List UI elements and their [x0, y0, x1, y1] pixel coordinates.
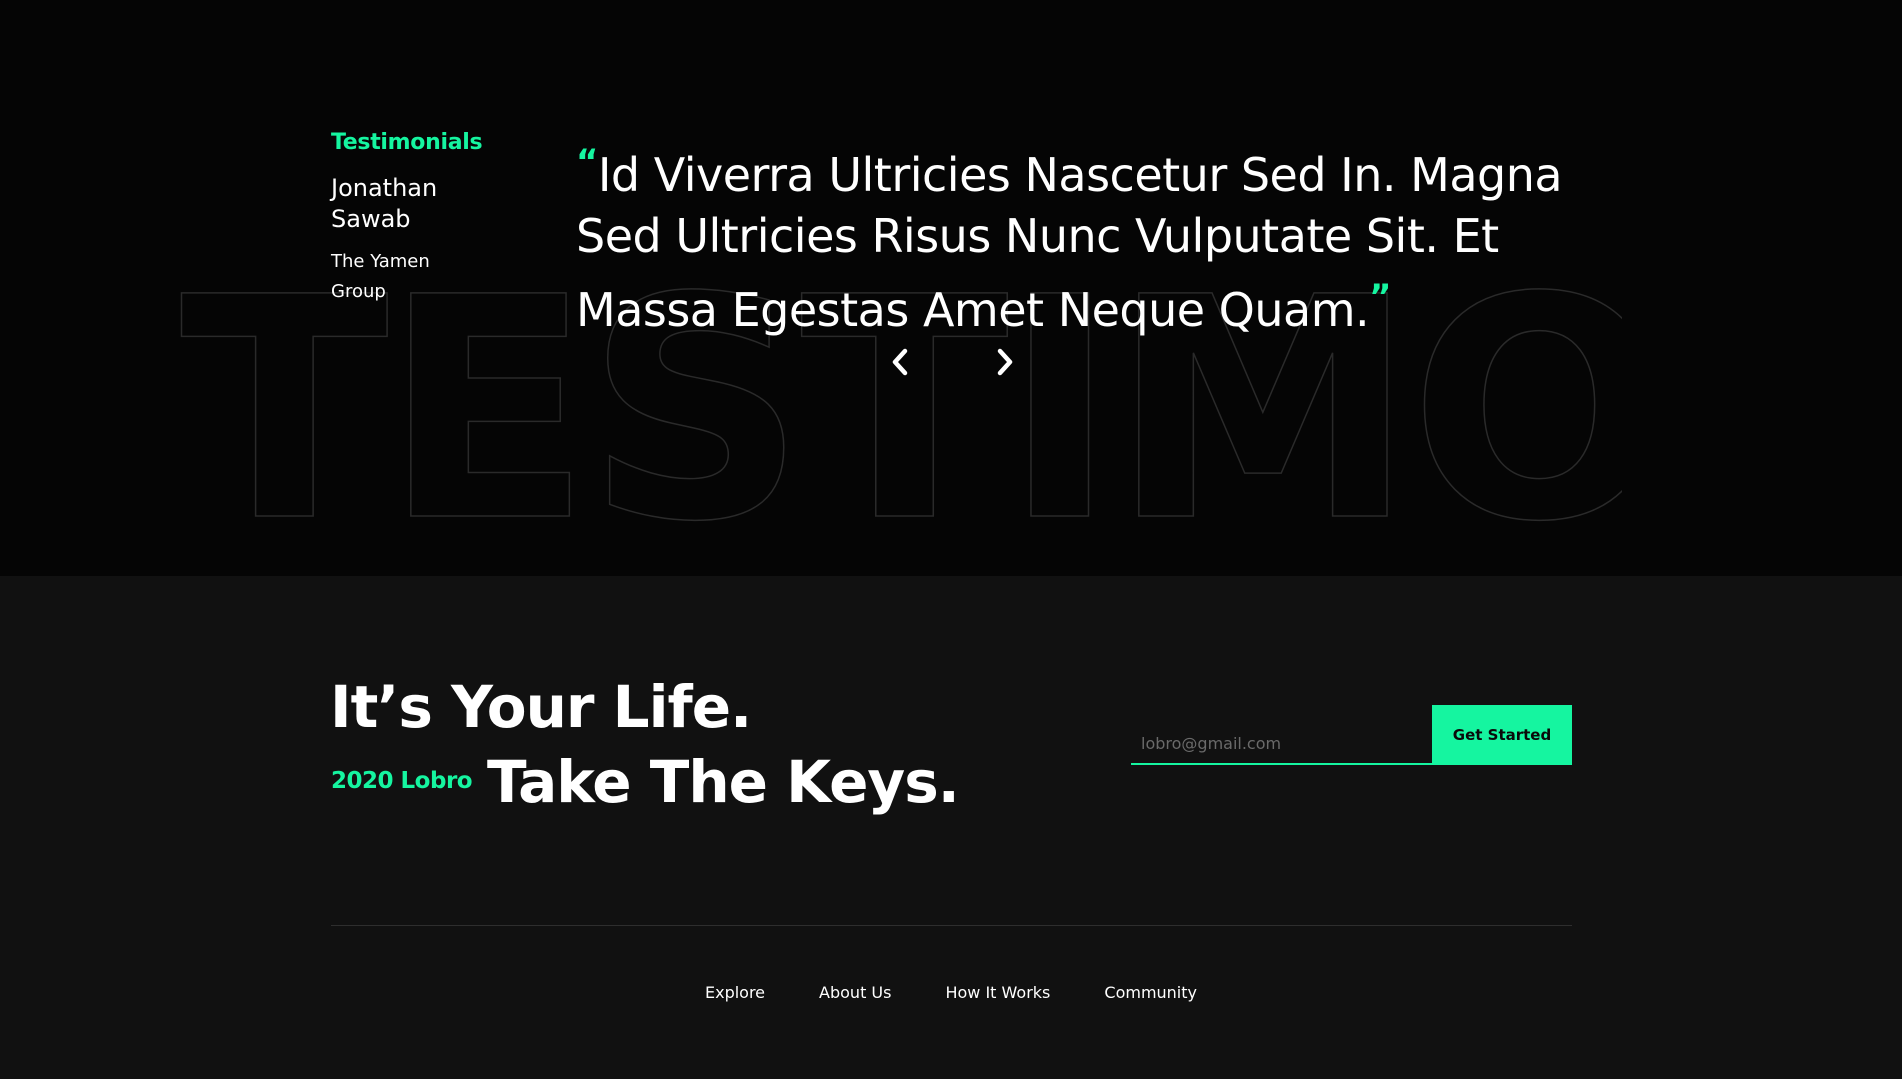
testimonial-navigation	[880, 342, 1020, 382]
author-name: Jonathan Sawab	[331, 174, 438, 233]
close-quote-icon: ”	[1369, 277, 1392, 317]
open-quote-icon: “	[576, 142, 598, 182]
testimonial-meta: Testimonials Jonathan Sawab The Yamen Gr…	[331, 130, 483, 307]
email-input[interactable]	[1131, 705, 1432, 765]
author-company: The Yamen Group	[331, 251, 430, 302]
chevron-right-icon	[997, 348, 1013, 376]
footer-link-community[interactable]: Community	[1104, 983, 1197, 1002]
cta-headline-line-1: It’s Your Life.	[330, 673, 752, 741]
section-label: Testimonials	[331, 130, 483, 155]
next-testimonial-button[interactable]	[985, 342, 1025, 382]
testimonials-section: TESTIMONIALS Testimonials Jonathan Sawab…	[0, 0, 1902, 576]
copyright-text: 2020 Lobro	[331, 768, 473, 794]
get-started-button[interactable]: Get Started	[1432, 705, 1572, 765]
cta-headline-line-2: Take The Keys.	[487, 748, 960, 816]
footer-link-about-us[interactable]: About Us	[819, 983, 891, 1002]
signup-form: Get Started	[1131, 705, 1572, 765]
previous-testimonial-button[interactable]	[880, 342, 920, 382]
page: TESTIMONIALS Testimonials Jonathan Sawab…	[0, 0, 1902, 1079]
quote-text: Id Viverra Ultricies Nascetur Sed In. Ma…	[576, 148, 1563, 337]
footer-nav: Explore About Us How It Works Community	[0, 983, 1902, 1002]
footer-divider	[331, 925, 1572, 926]
footer-link-how-it-works[interactable]: How It Works	[945, 983, 1050, 1002]
footer-link-explore[interactable]: Explore	[705, 983, 765, 1002]
testimonial-quote: “Id Viverra Ultricies Nascetur Sed In. M…	[576, 132, 1596, 341]
chevron-left-icon	[892, 348, 908, 376]
